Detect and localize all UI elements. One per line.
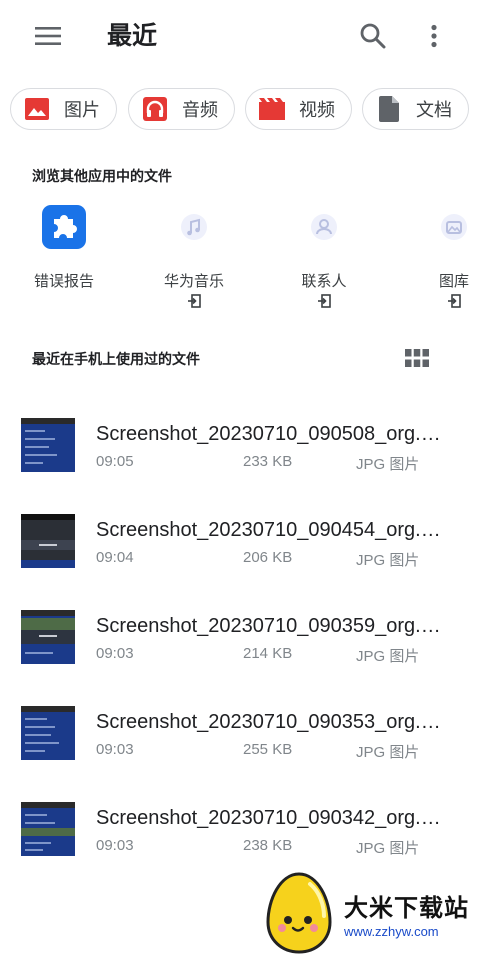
watermark-title: 大米下载站 <box>344 894 469 922</box>
open-external-icon <box>317 293 331 309</box>
file-thumbnail <box>21 514 75 568</box>
more-options-button[interactable] <box>416 18 452 54</box>
movie-icon <box>259 96 285 122</box>
category-chips: 图片 音频 视频 文档 <box>10 88 480 132</box>
file-row[interactable]: Screenshot_20230710_090508_org.… 09:05 2… <box>0 400 480 480</box>
file-thumbnail <box>21 802 75 856</box>
puzzle-icon <box>42 205 86 249</box>
file-name: Screenshot_20230710_090508_org.… <box>96 423 441 445</box>
file-time: 09:03 <box>96 645 134 662</box>
app-bug-report[interactable]: 错误报告 <box>4 205 124 291</box>
chip-label: 文档 <box>416 100 452 121</box>
site-watermark: 大米下载站 www.zzhyw.com <box>262 868 480 954</box>
file-name: Screenshot_20230710_090353_org.… <box>96 711 441 733</box>
grid-view-button[interactable] <box>401 343 433 373</box>
chip-documents[interactable]: 文档 <box>362 88 469 130</box>
file-size: 233 KB <box>243 453 293 470</box>
page-title: 最近 <box>107 21 158 50</box>
open-external-icon <box>447 293 461 309</box>
file-row[interactable]: Screenshot_20230710_090353_org.… 09:03 2… <box>0 688 480 768</box>
document-icon <box>376 96 402 122</box>
open-external-icon <box>187 293 201 309</box>
file-row[interactable]: Screenshot_20230710_090342_org.… 09:03 2… <box>0 784 480 864</box>
file-row[interactable]: Screenshot_20230710_090359_org.… 09:03 2… <box>0 592 480 672</box>
grid-view-icon <box>405 349 429 367</box>
app-label: 图库 <box>438 272 469 290</box>
chip-images[interactable]: 图片 <box>10 88 117 130</box>
file-time: 09:04 <box>96 549 134 566</box>
file-time: 09:05 <box>96 453 134 470</box>
menu-button[interactable] <box>30 20 66 52</box>
contacts-app-icon <box>302 205 346 249</box>
file-type: JPG 图片 <box>356 744 420 761</box>
other-apps-heading: 浏览其他应用中的文件 <box>32 169 172 185</box>
recent-files-heading: 最近在手机上使用过的文件 <box>32 352 200 368</box>
file-row[interactable]: Screenshot_20230710_090454_org.… 09:04 2… <box>0 496 480 576</box>
file-thumbnail <box>21 418 75 472</box>
app-bar: 最近 <box>0 0 480 72</box>
file-type: JPG 图片 <box>356 552 420 569</box>
chip-label: 图片 <box>64 100 100 121</box>
file-size: 206 KB <box>243 549 293 566</box>
app-label: 错误报告 <box>33 272 94 290</box>
file-size: 214 KB <box>243 645 293 662</box>
file-name: Screenshot_20230710_090359_org.… <box>96 615 441 637</box>
search-icon <box>360 23 386 49</box>
file-time: 09:03 <box>96 837 134 854</box>
chip-label: 音频 <box>182 100 218 121</box>
music-app-icon <box>172 205 216 249</box>
file-thumbnail <box>21 610 75 664</box>
file-type: JPG 图片 <box>356 840 420 857</box>
chip-label: 视频 <box>299 100 335 121</box>
other-apps-list: 错误报告 华为音乐 联系人 图库 <box>0 205 480 315</box>
gallery-app-icon <box>432 205 476 249</box>
file-name: Screenshot_20230710_090342_org.… <box>96 807 441 829</box>
chip-video[interactable]: 视频 <box>245 88 352 130</box>
file-type: JPG 图片 <box>356 456 420 473</box>
chip-audio[interactable]: 音频 <box>128 88 235 130</box>
file-time: 09:03 <box>96 741 134 758</box>
app-label: 华为音乐 <box>163 272 224 290</box>
app-label: 联系人 <box>301 272 347 290</box>
app-gallery[interactable]: 图库 <box>394 205 480 309</box>
file-type: JPG 图片 <box>356 648 420 665</box>
search-button[interactable] <box>355 18 391 54</box>
app-contacts[interactable]: 联系人 <box>264 205 384 309</box>
file-thumbnail <box>21 706 75 760</box>
menu-icon <box>35 27 61 45</box>
watermark-url: www.zzhyw.com <box>344 924 439 939</box>
more-vert-icon <box>431 24 437 48</box>
mascot-logo-icon <box>266 872 332 954</box>
headphones-icon <box>142 96 168 122</box>
file-size: 238 KB <box>243 837 293 854</box>
file-size: 255 KB <box>243 741 293 758</box>
app-huawei-music[interactable]: 华为音乐 <box>134 205 254 309</box>
file-name: Screenshot_20230710_090454_org.… <box>96 519 441 541</box>
image-icon <box>24 96 50 122</box>
